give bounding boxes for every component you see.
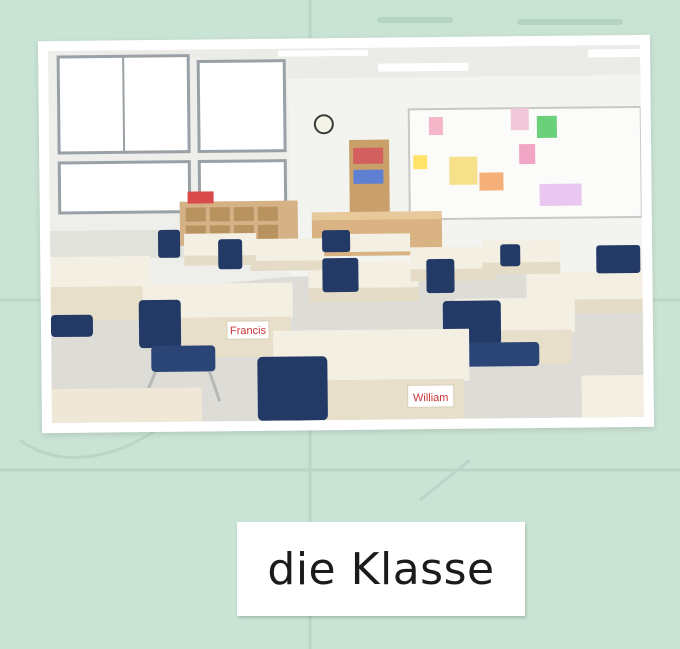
word-card: die Klasse: [237, 522, 525, 616]
classroom-illustration: Francis William: [48, 44, 644, 424]
vocabulary-word: die Klasse: [267, 543, 495, 595]
classroom-photo: Francis William: [48, 44, 644, 424]
name-tag-francis: Francis: [230, 325, 267, 337]
name-tag-william: William: [413, 392, 449, 404]
photo-card: Francis William: [37, 34, 655, 434]
